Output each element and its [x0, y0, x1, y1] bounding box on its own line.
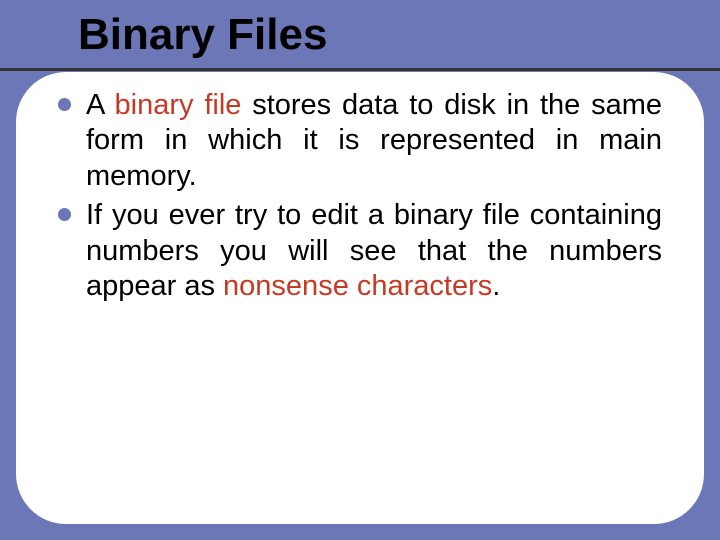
slide-title: Binary Files — [78, 10, 327, 60]
list-item: A binary file stores data to disk in the… — [58, 88, 662, 194]
bullet-text-highlight: binary file — [115, 89, 242, 121]
bullet-icon — [58, 208, 71, 221]
body-text: A binary file stores data to disk in the… — [58, 88, 662, 308]
content-card: A binary file stores data to disk in the… — [16, 72, 704, 524]
list-item: If you ever try to edit a binary file co… — [58, 198, 662, 304]
slide: Binary Files A binary file stores data t… — [0, 0, 720, 540]
bullet-icon — [58, 98, 71, 111]
bullet-text-pre: A — [86, 89, 115, 121]
bullet-text-post: . — [492, 270, 500, 302]
bullet-text-highlight: nonsense characters — [223, 270, 492, 302]
divider — [0, 68, 720, 71]
